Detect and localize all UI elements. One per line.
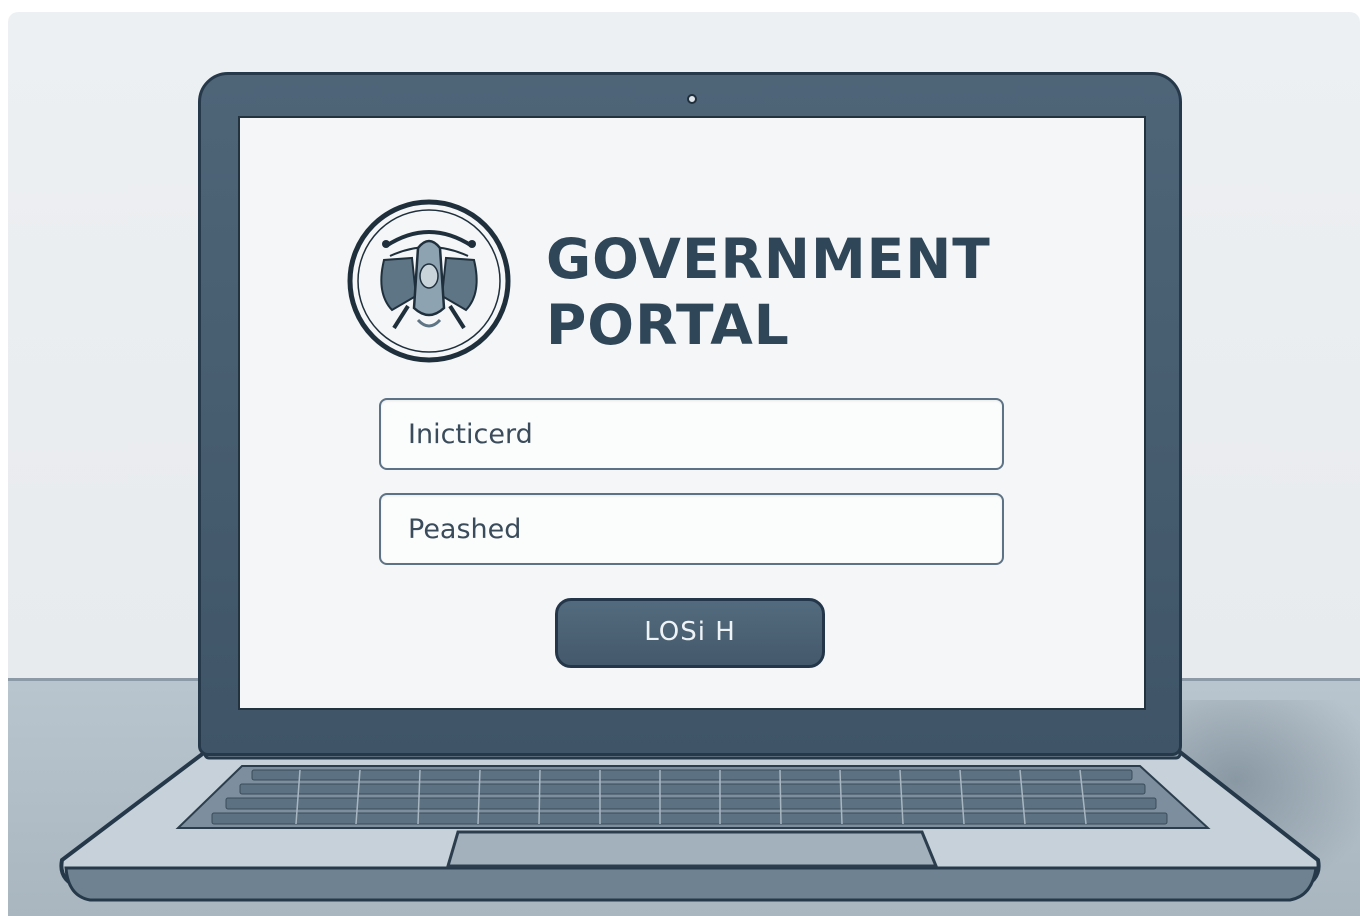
password-field[interactable]: Peashed bbox=[379, 493, 1004, 565]
username-value: Inicticerd bbox=[408, 419, 533, 450]
webcam-icon bbox=[687, 94, 697, 104]
page-title: GOVERNMENT PORTAL bbox=[546, 226, 1026, 358]
illustration-scene: GOVERNMENT PORTAL Inicticerd Peashed LOS… bbox=[0, 0, 1360, 916]
username-field[interactable]: Inicticerd bbox=[379, 398, 1004, 470]
title-line-1: GOVERNMENT bbox=[546, 227, 991, 291]
login-button[interactable]: LOSi H bbox=[555, 598, 825, 668]
government-seal-icon bbox=[347, 199, 511, 363]
password-value: Peashed bbox=[408, 514, 522, 545]
title-line-2: PORTAL bbox=[546, 293, 790, 357]
